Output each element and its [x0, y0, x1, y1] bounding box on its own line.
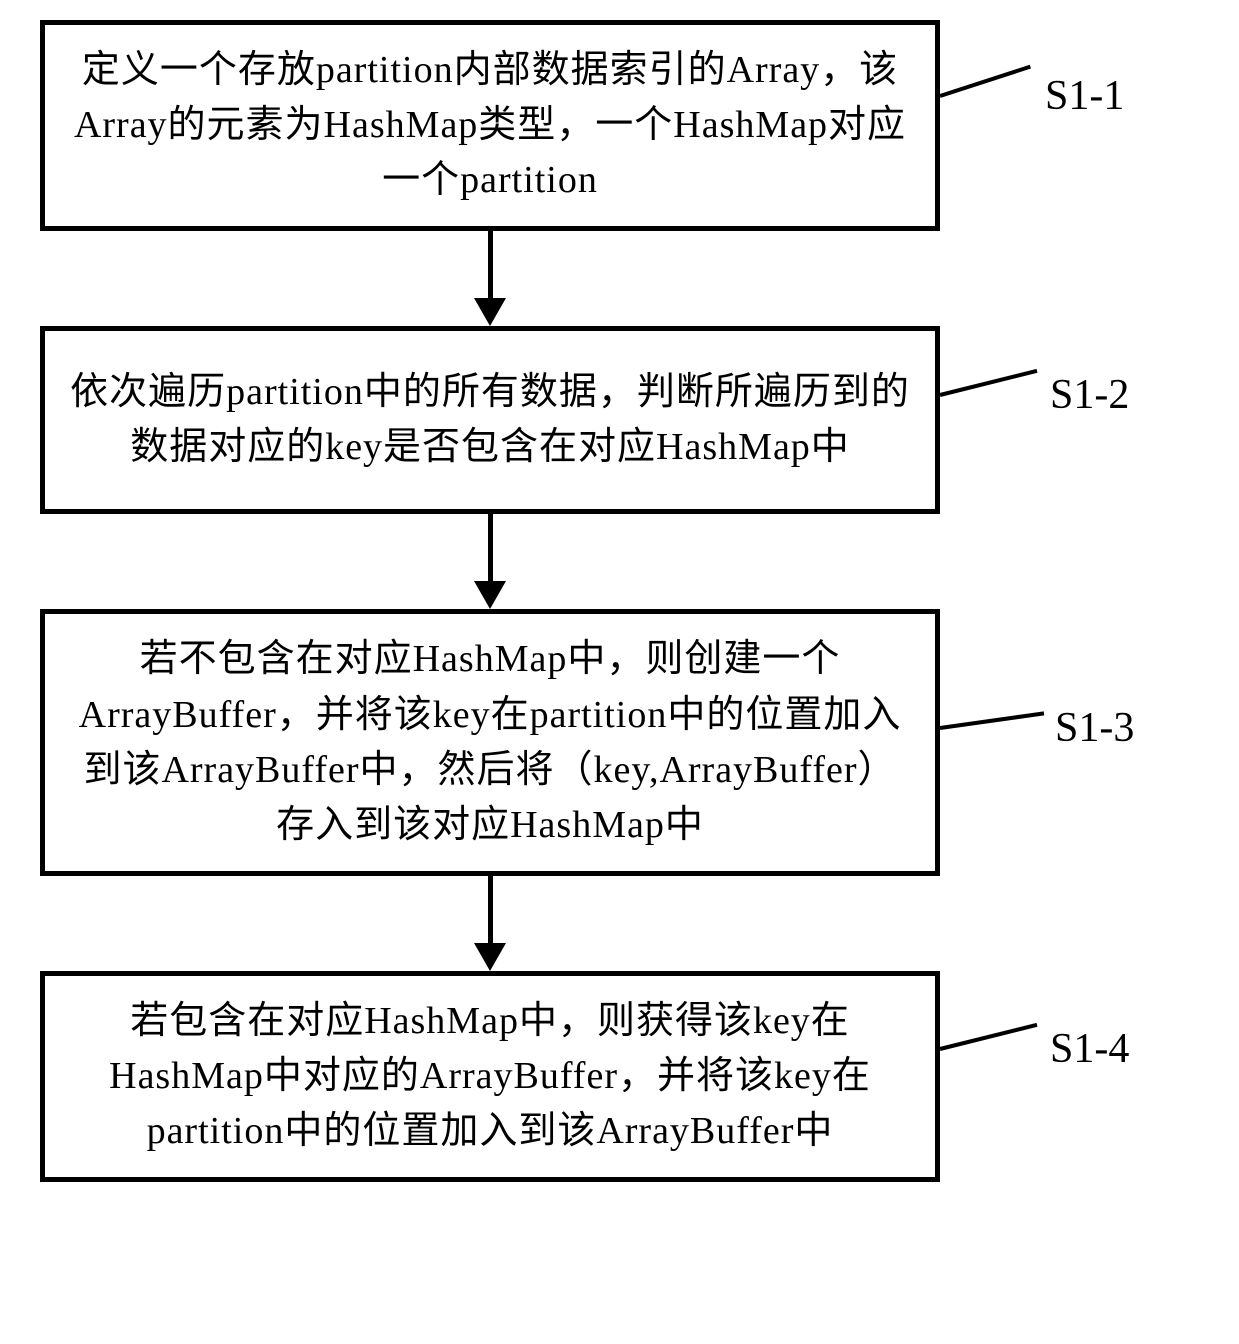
step-box-3: 若不包含在对应HashMap中，则创建一个ArrayBuffer，并将该key在… [40, 609, 940, 875]
step-box-2: 依次遍历partition中的所有数据，判断所遍历到的数据对应的key是否包含在… [40, 326, 940, 514]
label-connector: S1-4 [940, 1025, 1129, 1073]
label-connector: S1-1 [940, 72, 1124, 120]
step-label: S1-3 [1055, 704, 1134, 752]
step-box-4: 若包含在对应HashMap中，则获得该key在HashMap中对应的ArrayB… [40, 971, 940, 1182]
flow-step: 若不包含在对应HashMap中，则创建一个ArrayBuffer，并将该key在… [40, 609, 1140, 875]
step-label: S1-4 [1050, 1025, 1129, 1073]
label-connector: S1-2 [940, 371, 1129, 419]
step-box-1: 定义一个存放partition内部数据索引的Array，该Array的元素为Ha… [40, 20, 940, 231]
connector-line [939, 64, 1031, 97]
step-text: 若包含在对应HashMap中，则获得该key在HashMap中对应的ArrayB… [109, 1000, 871, 1152]
flow-step: 若包含在对应HashMap中，则获得该key在HashMap中对应的ArrayB… [40, 971, 1140, 1182]
arrow-down-icon [40, 231, 940, 326]
step-label: S1-2 [1050, 371, 1129, 419]
arrow-down-icon [40, 514, 940, 609]
step-label: S1-1 [1045, 72, 1124, 120]
step-text: 若不包含在对应HashMap中，则创建一个ArrayBuffer，并将该key在… [79, 638, 902, 845]
flowchart-container: 定义一个存放partition内部数据索引的Array，该Array的元素为Ha… [40, 20, 1140, 1182]
connector-line [940, 711, 1045, 730]
flow-step: 依次遍历partition中的所有数据，判断所遍历到的数据对应的key是否包含在… [40, 326, 1140, 514]
arrow-down-icon [40, 876, 940, 971]
step-text: 依次遍历partition中的所有数据，判断所遍历到的数据对应的key是否包含在… [70, 371, 910, 468]
flow-step: 定义一个存放partition内部数据索引的Array，该Array的元素为Ha… [40, 20, 1140, 231]
connector-line [940, 1023, 1038, 1051]
label-connector: S1-3 [940, 704, 1134, 752]
connector-line [940, 369, 1038, 397]
step-text: 定义一个存放partition内部数据索引的Array，该Array的元素为Ha… [74, 49, 906, 201]
